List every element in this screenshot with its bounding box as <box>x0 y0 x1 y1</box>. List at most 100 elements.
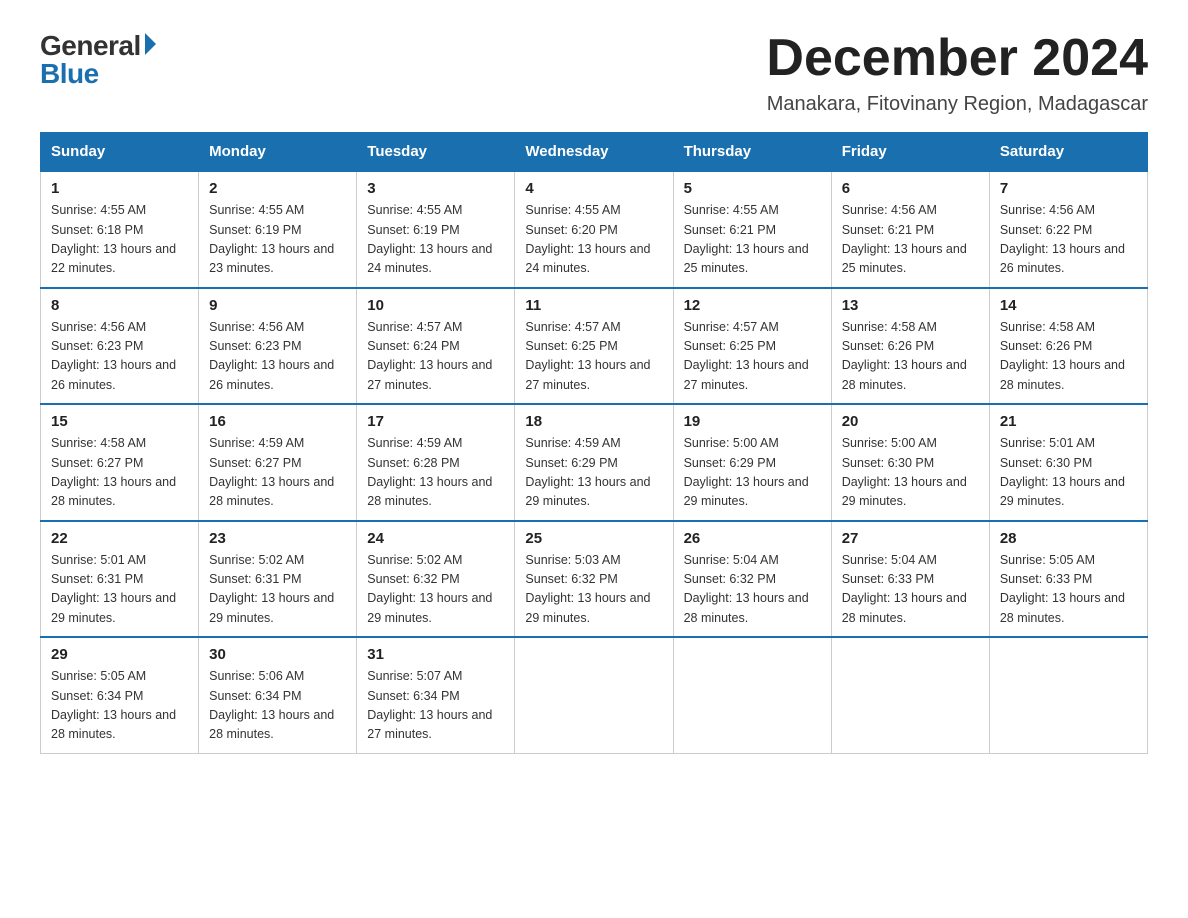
day-number: 22 <box>51 530 188 547</box>
calendar-cell: 9 Sunrise: 4:56 AMSunset: 6:23 PMDayligh… <box>199 288 357 405</box>
day-info: Sunrise: 5:06 AMSunset: 6:34 PMDaylight:… <box>209 669 334 741</box>
logo-arrow-icon <box>145 33 156 55</box>
day-number: 8 <box>51 297 188 314</box>
day-info: Sunrise: 5:02 AMSunset: 6:31 PMDaylight:… <box>209 553 334 625</box>
day-number: 16 <box>209 413 346 430</box>
day-number: 28 <box>1000 530 1137 547</box>
calendar-cell: 16 Sunrise: 4:59 AMSunset: 6:27 PMDaylig… <box>199 404 357 521</box>
day-number: 25 <box>525 530 662 547</box>
calendar-header-tuesday: Tuesday <box>357 133 515 172</box>
calendar-table: SundayMondayTuesdayWednesdayThursdayFrid… <box>40 132 1148 754</box>
day-info: Sunrise: 4:55 AMSunset: 6:18 PMDaylight:… <box>51 203 176 275</box>
day-info: Sunrise: 4:57 AMSunset: 6:25 PMDaylight:… <box>684 320 809 392</box>
calendar-week-row: 15 Sunrise: 4:58 AMSunset: 6:27 PMDaylig… <box>41 404 1148 521</box>
day-info: Sunrise: 4:59 AMSunset: 6:28 PMDaylight:… <box>367 436 492 508</box>
day-number: 29 <box>51 646 188 663</box>
day-info: Sunrise: 5:05 AMSunset: 6:33 PMDaylight:… <box>1000 553 1125 625</box>
calendar-cell: 2 Sunrise: 4:55 AMSunset: 6:19 PMDayligh… <box>199 171 357 288</box>
day-info: Sunrise: 5:03 AMSunset: 6:32 PMDaylight:… <box>525 553 650 625</box>
calendar-cell: 18 Sunrise: 4:59 AMSunset: 6:29 PMDaylig… <box>515 404 673 521</box>
calendar-cell: 26 Sunrise: 5:04 AMSunset: 6:32 PMDaylig… <box>673 521 831 638</box>
calendar-cell <box>831 637 989 753</box>
day-info: Sunrise: 4:57 AMSunset: 6:25 PMDaylight:… <box>525 320 650 392</box>
calendar-week-row: 22 Sunrise: 5:01 AMSunset: 6:31 PMDaylig… <box>41 521 1148 638</box>
day-info: Sunrise: 5:04 AMSunset: 6:32 PMDaylight:… <box>684 553 809 625</box>
day-info: Sunrise: 5:07 AMSunset: 6:34 PMDaylight:… <box>367 669 492 741</box>
calendar-week-row: 29 Sunrise: 5:05 AMSunset: 6:34 PMDaylig… <box>41 637 1148 753</box>
day-number: 21 <box>1000 413 1137 430</box>
calendar-cell: 31 Sunrise: 5:07 AMSunset: 6:34 PMDaylig… <box>357 637 515 753</box>
calendar-cell: 11 Sunrise: 4:57 AMSunset: 6:25 PMDaylig… <box>515 288 673 405</box>
day-number: 6 <box>842 180 979 197</box>
calendar-cell: 29 Sunrise: 5:05 AMSunset: 6:34 PMDaylig… <box>41 637 199 753</box>
day-info: Sunrise: 4:55 AMSunset: 6:21 PMDaylight:… <box>684 203 809 275</box>
day-number: 30 <box>209 646 346 663</box>
day-number: 15 <box>51 413 188 430</box>
calendar-cell: 8 Sunrise: 4:56 AMSunset: 6:23 PMDayligh… <box>41 288 199 405</box>
calendar-cell: 14 Sunrise: 4:58 AMSunset: 6:26 PMDaylig… <box>989 288 1147 405</box>
calendar-header-saturday: Saturday <box>989 133 1147 172</box>
day-info: Sunrise: 5:00 AMSunset: 6:29 PMDaylight:… <box>684 436 809 508</box>
calendar-header-monday: Monday <box>199 133 357 172</box>
day-info: Sunrise: 4:58 AMSunset: 6:26 PMDaylight:… <box>842 320 967 392</box>
day-info: Sunrise: 5:00 AMSunset: 6:30 PMDaylight:… <box>842 436 967 508</box>
day-info: Sunrise: 4:58 AMSunset: 6:27 PMDaylight:… <box>51 436 176 508</box>
day-info: Sunrise: 4:55 AMSunset: 6:20 PMDaylight:… <box>525 203 650 275</box>
day-info: Sunrise: 5:02 AMSunset: 6:32 PMDaylight:… <box>367 553 492 625</box>
calendar-cell: 23 Sunrise: 5:02 AMSunset: 6:31 PMDaylig… <box>199 521 357 638</box>
calendar-cell: 28 Sunrise: 5:05 AMSunset: 6:33 PMDaylig… <box>989 521 1147 638</box>
logo: General Blue <box>40 30 156 90</box>
day-number: 18 <box>525 413 662 430</box>
calendar-cell: 19 Sunrise: 5:00 AMSunset: 6:29 PMDaylig… <box>673 404 831 521</box>
day-info: Sunrise: 4:59 AMSunset: 6:27 PMDaylight:… <box>209 436 334 508</box>
day-info: Sunrise: 4:59 AMSunset: 6:29 PMDaylight:… <box>525 436 650 508</box>
day-number: 26 <box>684 530 821 547</box>
day-info: Sunrise: 5:05 AMSunset: 6:34 PMDaylight:… <box>51 669 176 741</box>
day-info: Sunrise: 4:55 AMSunset: 6:19 PMDaylight:… <box>209 203 334 275</box>
calendar-week-row: 8 Sunrise: 4:56 AMSunset: 6:23 PMDayligh… <box>41 288 1148 405</box>
day-info: Sunrise: 5:01 AMSunset: 6:31 PMDaylight:… <box>51 553 176 625</box>
calendar-cell: 30 Sunrise: 5:06 AMSunset: 6:34 PMDaylig… <box>199 637 357 753</box>
day-number: 19 <box>684 413 821 430</box>
day-number: 10 <box>367 297 504 314</box>
day-info: Sunrise: 4:56 AMSunset: 6:22 PMDaylight:… <box>1000 203 1125 275</box>
calendar-header-wednesday: Wednesday <box>515 133 673 172</box>
day-number: 27 <box>842 530 979 547</box>
day-number: 17 <box>367 413 504 430</box>
day-info: Sunrise: 4:56 AMSunset: 6:23 PMDaylight:… <box>209 320 334 392</box>
page-header: General Blue December 2024 Manakara, Fit… <box>40 30 1148 116</box>
calendar-cell <box>673 637 831 753</box>
calendar-cell: 5 Sunrise: 4:55 AMSunset: 6:21 PMDayligh… <box>673 171 831 288</box>
subtitle: Manakara, Fitovinany Region, Madagascar <box>766 93 1148 116</box>
calendar-cell: 22 Sunrise: 5:01 AMSunset: 6:31 PMDaylig… <box>41 521 199 638</box>
calendar-cell: 20 Sunrise: 5:00 AMSunset: 6:30 PMDaylig… <box>831 404 989 521</box>
day-info: Sunrise: 4:57 AMSunset: 6:24 PMDaylight:… <box>367 320 492 392</box>
day-number: 7 <box>1000 180 1137 197</box>
day-number: 11 <box>525 297 662 314</box>
day-number: 12 <box>684 297 821 314</box>
calendar-cell: 13 Sunrise: 4:58 AMSunset: 6:26 PMDaylig… <box>831 288 989 405</box>
calendar-cell: 12 Sunrise: 4:57 AMSunset: 6:25 PMDaylig… <box>673 288 831 405</box>
calendar-header-row: SundayMondayTuesdayWednesdayThursdayFrid… <box>41 133 1148 172</box>
calendar-cell: 1 Sunrise: 4:55 AMSunset: 6:18 PMDayligh… <box>41 171 199 288</box>
calendar-header-sunday: Sunday <box>41 133 199 172</box>
calendar-cell: 25 Sunrise: 5:03 AMSunset: 6:32 PMDaylig… <box>515 521 673 638</box>
day-info: Sunrise: 4:56 AMSunset: 6:21 PMDaylight:… <box>842 203 967 275</box>
calendar-cell: 21 Sunrise: 5:01 AMSunset: 6:30 PMDaylig… <box>989 404 1147 521</box>
day-number: 23 <box>209 530 346 547</box>
calendar-cell <box>989 637 1147 753</box>
calendar-cell: 27 Sunrise: 5:04 AMSunset: 6:33 PMDaylig… <box>831 521 989 638</box>
day-number: 9 <box>209 297 346 314</box>
day-number: 5 <box>684 180 821 197</box>
day-number: 20 <box>842 413 979 430</box>
calendar-header-friday: Friday <box>831 133 989 172</box>
day-info: Sunrise: 4:56 AMSunset: 6:23 PMDaylight:… <box>51 320 176 392</box>
day-number: 1 <box>51 180 188 197</box>
calendar-cell: 3 Sunrise: 4:55 AMSunset: 6:19 PMDayligh… <box>357 171 515 288</box>
calendar-cell <box>515 637 673 753</box>
day-info: Sunrise: 4:58 AMSunset: 6:26 PMDaylight:… <box>1000 320 1125 392</box>
logo-blue: Blue <box>40 58 99 90</box>
calendar-cell: 15 Sunrise: 4:58 AMSunset: 6:27 PMDaylig… <box>41 404 199 521</box>
day-info: Sunrise: 5:04 AMSunset: 6:33 PMDaylight:… <box>842 553 967 625</box>
main-title: December 2024 <box>766 30 1148 87</box>
